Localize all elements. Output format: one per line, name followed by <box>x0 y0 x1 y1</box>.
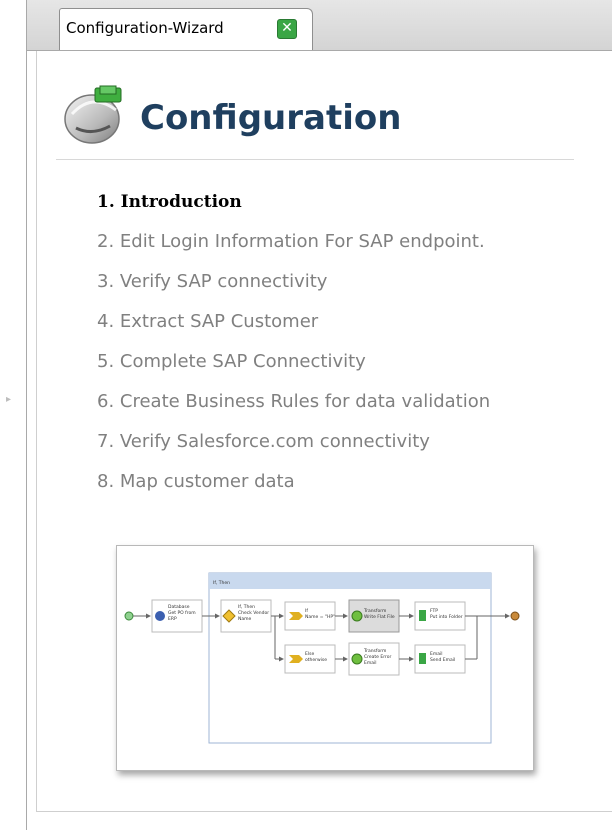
tab-configuration-wizard[interactable]: Configuration-Wizard ✕ <box>59 8 313 50</box>
svg-text:Get PO from: Get PO from <box>168 610 196 616</box>
tab-label: Configuration-Wizard <box>66 19 224 37</box>
svg-text:Transform: Transform <box>363 608 386 614</box>
svg-text:ERP: ERP <box>168 616 177 622</box>
process-diagram: If, Then Database Get PO from ERP If, Th… <box>124 572 520 744</box>
svg-text:If, Then: If, Then <box>238 604 255 610</box>
svg-text:Name: Name <box>238 616 252 622</box>
svg-text:Write Flat File: Write Flat File <box>364 614 395 620</box>
step-verify-salesforce[interactable]: 7. Verify Salesforce.com connectivity <box>97 430 490 470</box>
svg-text:Email: Email <box>430 651 443 657</box>
start-node <box>124 611 134 621</box>
svg-text:Put into Folder: Put into Folder <box>430 614 463 620</box>
bottom-divider <box>36 811 612 812</box>
svg-text:If: If <box>305 608 308 614</box>
step-business-rules[interactable]: 6. Create Business Rules for data valida… <box>97 390 490 430</box>
svg-text:Check Vendor: Check Vendor <box>238 610 269 616</box>
svg-text:otherwise: otherwise <box>305 657 327 663</box>
end-node <box>510 611 520 621</box>
close-icon[interactable]: ✕ <box>277 19 297 39</box>
page-title: Configuration <box>140 98 402 138</box>
editor-tabstrip: Configuration-Wizard ✕ <box>27 0 612 51</box>
branch-title: If, Then <box>213 580 230 586</box>
svg-text:Else: Else <box>305 651 314 657</box>
wizard-disc-icon <box>64 85 122 144</box>
step-edit-login[interactable]: 2. Edit Login Information For SAP endpoi… <box>97 230 490 270</box>
svg-text:Database: Database <box>168 604 190 610</box>
collapse-arrow-icon[interactable]: ▸ <box>6 394 11 405</box>
svg-text:Name = "HP": Name = "HP" <box>305 614 335 620</box>
step-map-customer[interactable]: 8. Map customer data <box>97 470 490 510</box>
panel-divider <box>26 0 27 830</box>
svg-text:Create Error: Create Error <box>364 654 392 660</box>
svg-text:FTP: FTP <box>430 608 438 614</box>
step-introduction[interactable]: 1. Introduction <box>97 190 490 230</box>
branch-header <box>209 573 491 589</box>
step-verify-sap[interactable]: 3. Verify SAP connectivity <box>97 270 490 310</box>
svg-text:Email: Email <box>364 660 377 666</box>
left-panel-gutter: ▸ <box>0 0 26 830</box>
title-divider <box>56 159 574 160</box>
step-complete-sap[interactable]: 5. Complete SAP Connectivity <box>97 350 490 390</box>
wizard-steps: 1. Introduction 2. Edit Login Informatio… <box>97 190 490 510</box>
step-extract-customer[interactable]: 4. Extract SAP Customer <box>97 310 490 350</box>
process-diagram-preview: If, Then Database Get PO from ERP If, Th… <box>116 545 534 771</box>
svg-text:Send Email: Send Email <box>430 657 455 663</box>
svg-text:Transform: Transform <box>363 648 386 654</box>
